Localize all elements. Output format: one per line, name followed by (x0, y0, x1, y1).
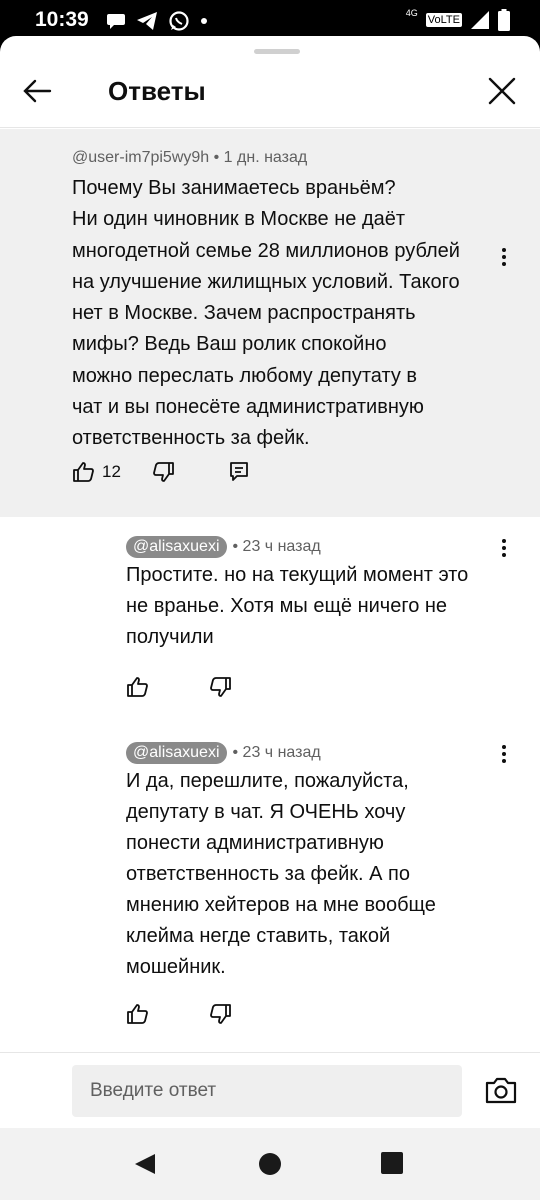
comment-text: Почему Вы занимаетесь враньём? Ни один ч… (72, 177, 460, 450)
arrow-left-icon[interactable] (20, 73, 56, 109)
reply-meta: @alisaxuexi • 23 ч назад (126, 742, 321, 764)
comment-actions: 12 (72, 460, 251, 484)
telegram-icon (137, 12, 157, 30)
navigation-bar (0, 1128, 540, 1200)
reply-time: • 23 ч назад (232, 744, 321, 761)
signal-icon (471, 11, 489, 29)
back-triangle-icon[interactable] (133, 1152, 157, 1176)
sheet-header: Ответы (0, 56, 540, 128)
camera-icon[interactable] (484, 1075, 518, 1105)
reply-item: @alisaxuexi • 23 ч назад Простите. но на… (0, 536, 540, 716)
status-time: 10:39 (35, 8, 89, 31)
reply-meta: @alisaxuexi • 23 ч назад (126, 536, 321, 558)
author-chip[interactable]: @alisaxuexi (126, 742, 227, 764)
more-options-icon[interactable] (494, 534, 514, 562)
close-icon[interactable] (484, 73, 520, 109)
battery-icon (498, 9, 510, 31)
parent-comment: @user-im7pi5wy9h • 1 дн. назад Почему Вы… (0, 129, 540, 517)
more-options-icon[interactable] (494, 243, 514, 271)
system-icons: 4G VoLTE (405, 8, 510, 31)
drag-handle[interactable] (254, 49, 300, 54)
chat-bubble-icon (107, 14, 125, 29)
recents-square-icon[interactable] (381, 1152, 403, 1174)
reply-icon[interactable] (227, 460, 251, 484)
like-icon[interactable] (126, 675, 150, 699)
like-icon[interactable] (126, 1002, 150, 1026)
like-count: 12 (102, 462, 121, 481)
home-circle-icon[interactable] (258, 1152, 282, 1176)
dot-icon (201, 18, 207, 24)
reply-time: • 23 ч назад (232, 538, 321, 555)
dislike-icon[interactable] (208, 675, 232, 699)
reply-composer (0, 1052, 540, 1128)
dislike-icon[interactable] (208, 1002, 232, 1026)
comment-meta: @user-im7pi5wy9h • 1 дн. назад (72, 149, 308, 166)
notification-icons (106, 10, 208, 32)
author-chip[interactable]: @alisaxuexi (126, 536, 227, 558)
reply-actions (126, 1002, 232, 1026)
whatsapp-icon (169, 11, 189, 31)
dislike-icon[interactable] (151, 460, 175, 484)
page-title: Ответы (108, 76, 206, 106)
like-icon[interactable] (72, 460, 96, 484)
more-options-icon[interactable] (494, 740, 514, 768)
status-bar: 10:39 4G VoLTE (0, 0, 540, 40)
reply-text: Простите. но на текущий момент это не вр… (126, 564, 469, 648)
reply-item: @alisaxuexi • 23 ч назад И да, перешлите… (0, 742, 540, 1042)
replies-sheet: Ответы @user-im7pi5wy9h • 1 дн. назад По… (0, 36, 540, 1128)
reply-text: И да, перешлите, пожалуйста, депутату в … (126, 770, 436, 978)
network-label: 4G (405, 8, 418, 18)
reply-actions (126, 675, 232, 699)
volte-badge: VoLTE (425, 13, 462, 27)
reply-input[interactable] (72, 1065, 462, 1117)
